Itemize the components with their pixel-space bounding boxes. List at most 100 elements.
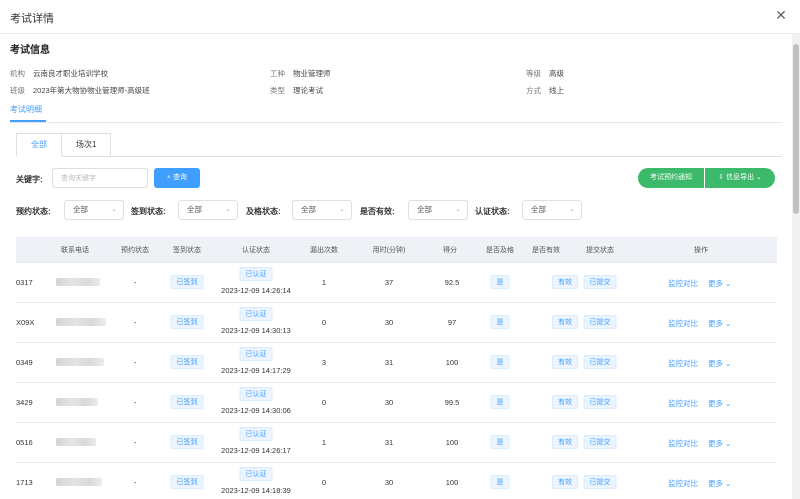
cell-duration: 30 <box>384 318 394 327</box>
info-method: 方式 线上 <box>526 86 564 95</box>
cell-id: 0516 <box>16 438 33 447</box>
cell-score: 100 <box>445 358 459 367</box>
cell-phone-blurred <box>56 438 96 446</box>
cell-reserve: - <box>133 398 137 407</box>
cell-signin-tag: 已签到 <box>170 435 204 449</box>
close-icon[interactable]: ✕ <box>774 8 788 22</box>
th-duration: 用时(分钟) <box>372 247 406 254</box>
th-submit: 提交状态 <box>586 247 614 254</box>
cell-duration: 30 <box>384 478 394 487</box>
cell-valid-tag: 有效 <box>552 395 578 409</box>
filter-select-pass[interactable]: 全部 ⌄ <box>292 200 352 220</box>
cell-signin-tag: 已签到 <box>170 395 204 409</box>
filter-select-valid[interactable]: 全部 ⌄ <box>408 200 468 220</box>
tab-exam-detail[interactable]: 考试明细 <box>10 104 42 115</box>
export-button-label: 信息导出 <box>726 174 754 181</box>
more-dropdown[interactable]: 更多 ⌄ <box>708 278 731 289</box>
cell-pass-tag: 是 <box>490 355 510 369</box>
cell-id: 3429 <box>16 398 33 407</box>
more-dropdown[interactable]: 更多 ⌄ <box>708 438 731 449</box>
cell-id: X09X <box>16 318 35 327</box>
chevron-down-icon: ⌄ <box>455 206 461 213</box>
info-institution: 机构 云南良才职业培训学校 <box>10 69 108 78</box>
more-dropdown[interactable]: 更多 ⌄ <box>708 358 731 369</box>
cell-reserve: - <box>133 318 137 327</box>
filter-select-reserve[interactable]: 全部 ⌄ <box>64 200 124 220</box>
cell-reserve: - <box>133 278 137 287</box>
dialog-title: 考试详情 <box>10 13 54 25</box>
cell-duration: 31 <box>384 358 394 367</box>
cell-auth-time: 2023-12-09 14:26:17 <box>221 446 291 455</box>
cell-leaks: 1 <box>321 278 327 287</box>
subtab-all[interactable]: 全部 <box>16 133 62 157</box>
cell-leaks: 1 <box>321 438 327 447</box>
more-dropdown[interactable]: 更多 ⌄ <box>708 478 731 489</box>
search-button-label: 查询 <box>172 174 187 181</box>
export-icon: ⇩ <box>718 174 725 181</box>
cell-signin-tag: 已签到 <box>170 475 204 489</box>
th-pass: 是否及格 <box>486 247 514 254</box>
dialog-header: 考试详情 ✕ <box>0 0 800 34</box>
export-button[interactable]: ⇩ 信息导出 ⌄ <box>705 168 775 188</box>
cell-auth-tag: 已认证 <box>239 467 273 481</box>
scrollbar-thumb[interactable] <box>793 44 799 214</box>
monitor-compare-link[interactable]: 监控对比 <box>668 398 698 409</box>
cell-pass-tag: 是 <box>490 435 510 449</box>
cell-score: 97 <box>447 318 457 327</box>
monitor-compare-link[interactable]: 监控对比 <box>668 438 698 449</box>
monitor-compare-link[interactable]: 监控对比 <box>668 318 698 329</box>
cell-auth-time: 2023-12-09 14:30:13 <box>221 326 291 335</box>
cell-valid-tag: 有效 <box>552 475 578 489</box>
cell-submit-tag: 已提交 <box>583 395 617 409</box>
filter-label-pass: 及格状态: <box>246 207 281 216</box>
monitor-compare-link[interactable]: 监控对比 <box>668 358 698 369</box>
chevron-down-icon: ⌄ <box>755 174 762 181</box>
cell-score: 92.5 <box>444 278 460 287</box>
chevron-down-icon: ⌄ <box>111 206 117 213</box>
table-row: 3429 - 已签到 已认证 2023-12-09 14:30:06 0 30 … <box>16 383 777 423</box>
cell-leaks: 3 <box>321 358 327 367</box>
subtab-divider <box>108 156 782 157</box>
chevron-down-icon: ⌄ <box>725 359 732 368</box>
monitor-compare-link[interactable]: 监控对比 <box>668 278 698 289</box>
keyword-input[interactable] <box>52 168 148 188</box>
more-dropdown[interactable]: 更多 ⌄ <box>708 318 731 329</box>
chevron-down-icon: ⌄ <box>725 319 732 328</box>
filter-select-auth[interactable]: 全部 ⌄ <box>522 200 582 220</box>
filter-select-signin[interactable]: 全部 ⌄ <box>178 200 238 220</box>
cell-reserve: - <box>133 438 137 447</box>
cell-valid-tag: 有效 <box>552 435 578 449</box>
tab-divider <box>10 122 782 123</box>
cell-valid-tag: 有效 <box>552 355 578 369</box>
cell-auth-tag: 已认证 <box>239 387 273 401</box>
scrollbar[interactable] <box>792 34 800 499</box>
chevron-down-icon: ⌄ <box>569 206 575 213</box>
more-dropdown[interactable]: 更多 ⌄ <box>708 398 731 409</box>
cell-leaks: 0 <box>321 478 327 487</box>
subtab-session-1[interactable]: 场次1 <box>62 133 112 157</box>
cell-auth-tag: 已认证 <box>239 347 273 361</box>
cell-score: 100 <box>445 438 459 447</box>
th-signin: 签到状态 <box>173 247 201 254</box>
chevron-down-icon: ⌄ <box>725 439 732 448</box>
exam-notify-button[interactable]: 考试预约通知 <box>638 168 704 188</box>
search-button[interactable]: ⌕ 查询 <box>154 168 200 188</box>
cell-phone-blurred <box>56 478 102 486</box>
cell-signin-tag: 已签到 <box>170 315 204 329</box>
cell-score: 99.5 <box>444 398 460 407</box>
monitor-compare-link[interactable]: 监控对比 <box>668 478 698 489</box>
th-leaks: 漏出次数 <box>310 247 338 254</box>
cell-phone-blurred <box>56 358 104 366</box>
filter-label-auth: 认证状态: <box>475 207 510 216</box>
cell-submit-tag: 已提交 <box>583 315 617 329</box>
cell-auth-tag: 已认证 <box>239 307 273 321</box>
table-row: 0349 - 已签到 已认证 2023-12-09 14:17:29 3 31 … <box>16 343 777 383</box>
info-class: 班级 2023年第大物协物业管理师-高级班 <box>10 86 150 95</box>
cell-submit-tag: 已提交 <box>583 435 617 449</box>
cell-pass-tag: 是 <box>490 395 510 409</box>
table-row: 0516 - 已签到 已认证 2023-12-09 14:26:17 1 31 … <box>16 423 777 463</box>
chevron-down-icon: ⌄ <box>339 206 345 213</box>
cell-pass-tag: 是 <box>490 475 510 489</box>
chevron-down-icon: ⌄ <box>225 206 231 213</box>
table-body: 0317 - 已签到 已认证 2023-12-09 14:26:14 1 37 … <box>16 263 777 499</box>
